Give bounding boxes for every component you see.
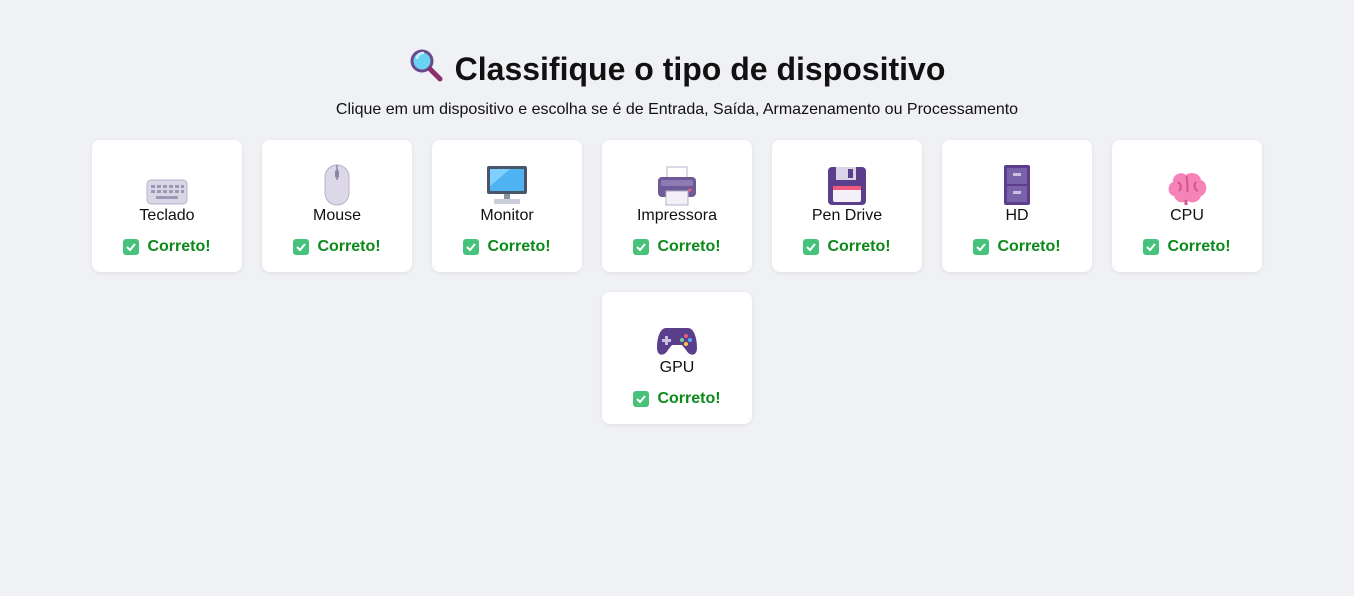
device-label: Impressora <box>636 207 718 224</box>
monitor-icon <box>432 162 582 206</box>
device-label: Pen Drive <box>811 207 883 224</box>
status-correct: Correto! <box>602 238 752 256</box>
check-icon <box>1143 239 1160 255</box>
floppy-disk-icon <box>772 162 922 206</box>
device-card-gpu[interactable]: GPU Correto! <box>602 292 752 424</box>
status-correct: Correto! <box>1112 238 1262 256</box>
device-label: CPU <box>1170 207 1204 224</box>
status-text: Correto! <box>1167 238 1231 255</box>
status-correct: Correto! <box>432 238 582 256</box>
page-title-text: Classifique o tipo de dispositivo <box>454 51 946 87</box>
device-card-teclado[interactable]: Teclado Correto! <box>92 140 242 272</box>
check-icon <box>633 391 650 407</box>
brain-icon <box>1112 162 1262 206</box>
status-correct: Correto! <box>262 238 412 256</box>
device-label: Mouse <box>312 207 362 224</box>
page-subtitle: Clique em um dispositivo e escolha se é … <box>335 101 1019 118</box>
status-correct: Correto! <box>772 238 922 256</box>
device-grid: Teclado Correto! Mouse Correto! Monitor … <box>87 140 1267 424</box>
keyboard-icon <box>92 162 242 206</box>
status-correct: Correto! <box>602 390 752 408</box>
device-label: Monitor <box>480 207 534 224</box>
device-card-monitor[interactable]: Monitor Correto! <box>432 140 582 272</box>
status-text: Correto! <box>657 238 721 255</box>
status-text: Correto! <box>657 390 721 407</box>
status-text: Correto! <box>997 238 1061 255</box>
check-icon <box>293 239 310 255</box>
device-label: GPU <box>659 359 695 376</box>
mouse-icon <box>262 162 412 206</box>
check-icon <box>123 239 140 255</box>
status-text: Correto! <box>147 238 211 255</box>
check-icon <box>973 239 990 255</box>
status-correct: Correto! <box>942 238 1092 256</box>
device-card-mouse[interactable]: Mouse Correto! <box>262 140 412 272</box>
page-title: Classifique o tipo de dispositivo <box>409 48 946 90</box>
device-label: Teclado <box>139 207 195 224</box>
page: Classifique o tipo de dispositivo Clique… <box>0 0 1354 596</box>
device-label: HD <box>1005 207 1029 224</box>
status-text: Correto! <box>317 238 381 255</box>
check-icon <box>633 239 650 255</box>
gamepad-icon <box>602 314 752 358</box>
magnifier-icon <box>409 48 443 90</box>
device-card-pen-drive[interactable]: Pen Drive Correto! <box>772 140 922 272</box>
check-icon <box>463 239 480 255</box>
check-icon <box>803 239 820 255</box>
device-card-hd[interactable]: HD Correto! <box>942 140 1092 272</box>
status-text: Correto! <box>487 238 551 255</box>
header: Classifique o tipo de dispositivo <box>0 48 1354 90</box>
file-cabinet-icon <box>942 162 1092 206</box>
printer-icon <box>602 162 752 206</box>
status-text: Correto! <box>827 238 891 255</box>
device-card-impressora[interactable]: Impressora Correto! <box>602 140 752 272</box>
status-correct: Correto! <box>92 238 242 256</box>
device-card-cpu[interactable]: CPU Correto! <box>1112 140 1262 272</box>
